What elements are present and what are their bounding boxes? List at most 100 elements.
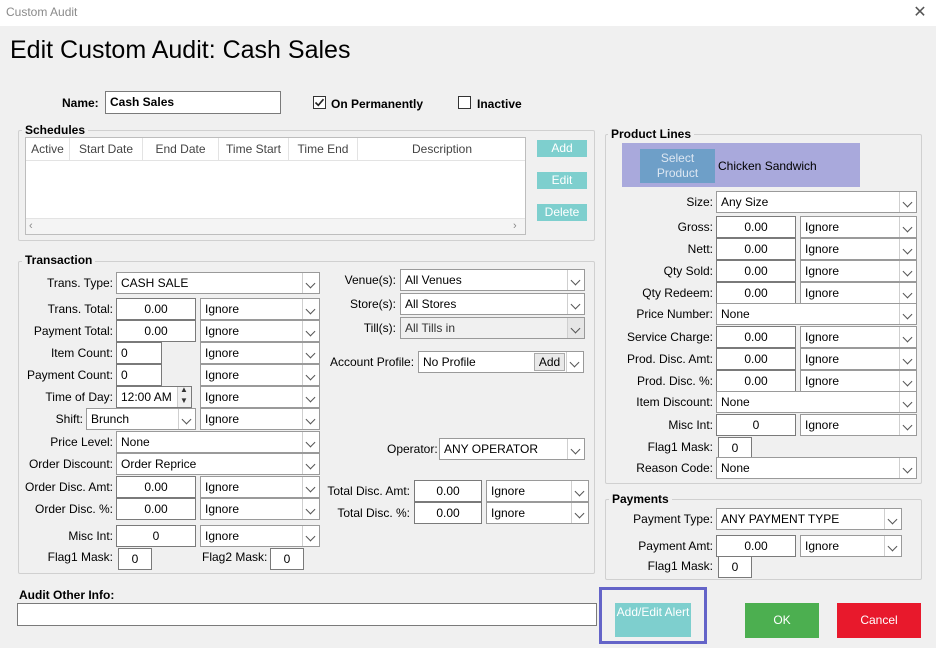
select-product-button[interactable]: Select Product	[640, 149, 715, 183]
close-icon[interactable]: ✕	[910, 2, 930, 22]
payment-type-value: ANY PAYMENT TYPE	[721, 512, 840, 526]
flag2-mask-input[interactable]: 0	[270, 548, 304, 570]
pay-flag1-mask-input[interactable]: 0	[718, 556, 752, 578]
payment-type-select[interactable]: ANY PAYMENT TYPE	[716, 508, 902, 530]
on-permanently-checkbox[interactable]	[313, 96, 326, 109]
order-disc-amt-input[interactable]: 0.00	[116, 476, 196, 498]
total-disc-amt-input[interactable]: 0.00	[414, 480, 482, 502]
shift-select[interactable]: Brunch	[86, 408, 196, 430]
schedule-edit-button[interactable]: Edit	[537, 172, 587, 189]
order-disc-amt-op-select[interactable]: Ignore	[200, 476, 320, 498]
payment-count-op-select[interactable]: Ignore	[200, 364, 320, 386]
cancel-button[interactable]: Cancel	[837, 603, 921, 638]
audit-other-info-input[interactable]	[17, 603, 597, 626]
price-number-select[interactable]: None	[716, 303, 917, 325]
prod-disc-pct-op-value: Ignore	[805, 374, 840, 388]
gross-input[interactable]: 0.00	[716, 216, 796, 238]
reason-code-select[interactable]: None	[716, 457, 917, 479]
price-level-label: Price Level:	[50, 435, 113, 449]
trans-type-label: Trans. Type:	[46, 276, 113, 290]
size-select[interactable]: Any Size	[716, 191, 917, 213]
payment-amt-input[interactable]: 0.00	[716, 535, 796, 557]
item-count-input[interactable]: 0	[116, 342, 162, 364]
order-discount-select[interactable]: Order Reprice	[116, 453, 320, 475]
nett-input[interactable]: 0.00	[716, 238, 796, 260]
item-count-op-select[interactable]: Ignore	[200, 342, 320, 364]
add-edit-alert-button[interactable]: Add/Edit Alert	[615, 603, 691, 637]
chevron-down-icon	[302, 365, 319, 385]
qty-redeem-op-select[interactable]: Ignore	[800, 282, 917, 304]
grid-divider	[26, 160, 525, 161]
col-header-active[interactable]: Active	[26, 138, 70, 160]
qty-sold-op-select[interactable]: Ignore	[800, 260, 917, 282]
item-discount-select[interactable]: None	[716, 391, 917, 413]
nett-op-select[interactable]: Ignore	[800, 238, 917, 260]
account-profile-value: No Profile	[423, 355, 476, 369]
prod-disc-pct-op-select[interactable]: Ignore	[800, 370, 917, 392]
total-disc-pct-op-select[interactable]: Ignore	[486, 502, 589, 524]
service-charge-input[interactable]: 0.00	[716, 326, 796, 348]
scroll-left-icon[interactable]: ‹	[29, 220, 33, 232]
prod-disc-pct-input[interactable]: 0.00	[716, 370, 796, 392]
venues-select[interactable]: All Venues	[400, 269, 585, 291]
transaction-title: Transaction	[22, 253, 96, 267]
name-input[interactable]: Cash Sales	[105, 91, 281, 114]
pl-flag1-mask-input[interactable]: 0	[718, 437, 752, 459]
tills-select[interactable]: All Tills in	[400, 317, 585, 339]
time-of-day-op-select[interactable]: Ignore	[200, 386, 320, 408]
pl-flag1-mask-label: Flag1 Mask:	[647, 440, 713, 454]
service-charge-op-select[interactable]: Ignore	[800, 326, 917, 348]
trans-type-select[interactable]: CASH SALE	[116, 272, 320, 294]
venues-label: Venue(s):	[344, 273, 396, 287]
trans-total-op-select[interactable]: Ignore	[200, 298, 320, 320]
order-disc-pct-op-select[interactable]: Ignore	[200, 498, 320, 520]
ok-button[interactable]: OK	[745, 603, 819, 638]
time-spinner[interactable]: ▲ ▼	[177, 385, 191, 407]
chevron-down-icon	[302, 454, 319, 474]
pl-misc-int-input[interactable]: 0	[716, 414, 796, 436]
tills-value: All Tills in	[405, 321, 456, 335]
order-disc-pct-input[interactable]: 0.00	[116, 498, 196, 520]
chevron-down-icon	[302, 299, 319, 319]
trans-type-value: CASH SALE	[121, 276, 189, 290]
total-disc-amt-label: Total Disc. Amt:	[327, 484, 410, 498]
col-header-start-date[interactable]: Start Date	[70, 138, 143, 160]
account-profile-add-button[interactable]: Add	[534, 353, 565, 371]
total-disc-amt-op-select[interactable]: Ignore	[486, 480, 589, 502]
schedules-grid[interactable]: Active Start Date End Date Time Start Ti…	[25, 137, 526, 235]
misc-int-input[interactable]: 0	[116, 525, 196, 547]
col-header-description[interactable]: Description	[358, 138, 526, 160]
misc-int-op-value: Ignore	[205, 529, 240, 543]
flag2-mask-label: Flag2 Mask:	[202, 550, 268, 564]
qty-sold-input[interactable]: 0.00	[716, 260, 796, 282]
scroll-right-icon[interactable]: ›	[513, 220, 517, 232]
spin-up-icon[interactable]: ▲	[180, 385, 188, 394]
spin-down-icon[interactable]: ▼	[180, 396, 188, 405]
prod-disc-amt-op-select[interactable]: Ignore	[800, 348, 917, 370]
price-level-select[interactable]: None	[116, 431, 320, 453]
misc-int-op-select[interactable]: Ignore	[200, 525, 320, 547]
col-header-time-end[interactable]: Time End	[289, 138, 358, 160]
shift-op-select[interactable]: Ignore	[200, 408, 320, 430]
flag1-mask-input[interactable]: 0	[118, 548, 152, 570]
payment-total-input[interactable]: 0.00	[116, 320, 196, 342]
schedule-delete-button[interactable]: Delete	[537, 204, 587, 221]
horizontal-scrollbar[interactable]: ‹ ›	[26, 218, 525, 234]
trans-total-input[interactable]: 0.00	[116, 298, 196, 320]
prod-disc-amt-input[interactable]: 0.00	[716, 348, 796, 370]
order-disc-pct-label: Order Disc. %:	[34, 502, 113, 516]
gross-op-select[interactable]: Ignore	[800, 216, 917, 238]
payment-count-input[interactable]: 0	[116, 364, 162, 386]
payment-total-op-select[interactable]: Ignore	[200, 320, 320, 342]
payment-amt-op-select[interactable]: Ignore	[800, 535, 902, 557]
col-header-end-date[interactable]: End Date	[143, 138, 219, 160]
nett-op-value: Ignore	[805, 242, 840, 256]
operator-select[interactable]: ANY OPERATOR	[439, 438, 585, 460]
pl-misc-int-op-select[interactable]: Ignore	[800, 414, 917, 436]
schedule-add-button[interactable]: Add	[537, 140, 587, 157]
col-header-time-start[interactable]: Time Start	[219, 138, 289, 160]
qty-redeem-input[interactable]: 0.00	[716, 282, 796, 304]
inactive-checkbox[interactable]	[458, 96, 471, 109]
stores-select[interactable]: All Stores	[400, 293, 585, 315]
total-disc-pct-input[interactable]: 0.00	[414, 502, 482, 524]
